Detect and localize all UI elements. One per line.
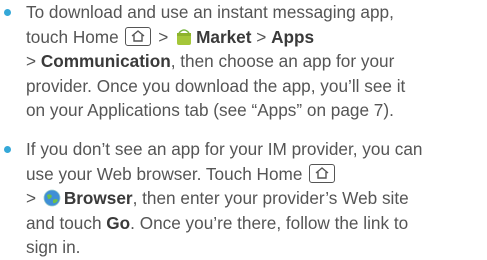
instructions-list: To download and use an instant messaging…	[0, 0, 487, 260]
text-line: > Communication, then choose an app for …	[26, 49, 483, 74]
text: provider. Once you download the app, you…	[26, 75, 406, 96]
market-label: Market	[196, 26, 252, 47]
separator: >	[26, 51, 37, 72]
text: use your Web browser. Touch Home	[26, 163, 303, 184]
text: , then choose an app for your	[170, 51, 395, 72]
text: touch Home	[26, 26, 119, 47]
browser-label: Browser	[63, 188, 133, 209]
text: To download and use an instant messaging…	[26, 2, 394, 22]
apps-label: Apps	[271, 26, 315, 47]
text-line: on your Applications tab (see “Apps” on …	[26, 98, 483, 123]
text: sign in.	[26, 237, 81, 258]
text-line: > Browser, then enter your provider’s We…	[26, 186, 483, 211]
text: If you don’t see an app for your IM prov…	[26, 138, 423, 159]
text-line: provider. Once you download the app, you…	[26, 74, 483, 99]
separator: >	[158, 26, 169, 47]
text-line: and touch Go. Once you’re there, follow …	[26, 211, 483, 236]
text: , then enter your provider’s Web site	[132, 188, 409, 209]
instruction-item-web-browser: If you don’t see an app for your IM prov…	[0, 137, 487, 260]
instruction-item-download-app: To download and use an instant messaging…	[0, 0, 487, 123]
text: and touch	[26, 212, 102, 233]
text-line: touch Home > Market > Apps	[26, 25, 483, 50]
text-line: To download and use an instant messaging…	[26, 0, 483, 25]
go-label: Go	[106, 212, 131, 233]
text: on your Applications tab (see “Apps” on …	[26, 100, 394, 121]
text-line: sign in.	[26, 235, 483, 260]
text-line: use your Web browser. Touch Home	[26, 162, 483, 187]
communication-label: Communication	[40, 51, 171, 72]
separator: >	[256, 26, 267, 47]
text: . Once you’re there, follow the link to	[130, 212, 409, 233]
android-market-icon	[177, 28, 192, 45]
bullet-icon	[4, 9, 11, 16]
bullet-icon	[4, 145, 11, 153]
text-line: If you don’t see an app for your IM prov…	[26, 137, 483, 162]
home-key-icon	[309, 163, 336, 183]
separator: >	[26, 188, 37, 209]
browser-globe-icon	[43, 189, 61, 207]
home-key-icon	[125, 26, 152, 46]
